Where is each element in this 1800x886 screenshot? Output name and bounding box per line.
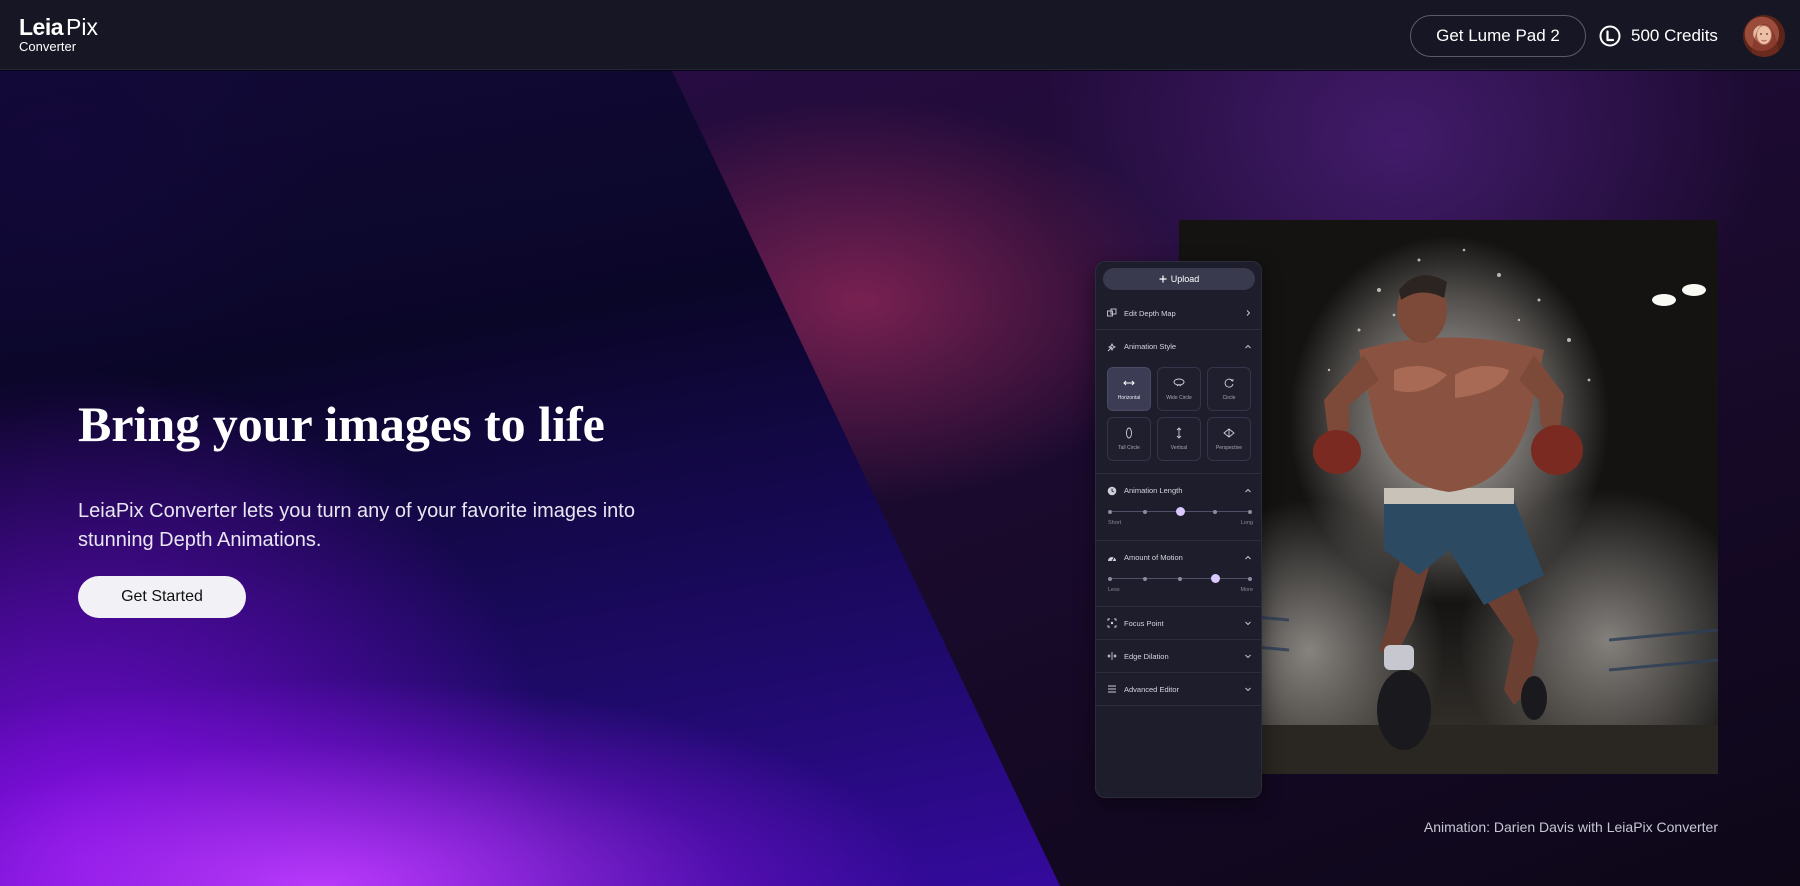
slider-min-label: Short bbox=[1108, 520, 1122, 526]
animation-style-options: Horizontal Wide Circle Circle Tall Circl… bbox=[1107, 367, 1253, 461]
depth-map-icon bbox=[1107, 308, 1117, 317]
style-option-label: Perspective bbox=[1215, 445, 1243, 451]
slider-tick bbox=[1143, 509, 1147, 514]
credits-label: 500 Credits bbox=[1631, 26, 1718, 45]
slider-tick bbox=[1143, 576, 1147, 581]
slider-min-label: Less bbox=[1108, 587, 1120, 593]
animation-credit-caption: Animation: Darien Davis with LeiaPix Con… bbox=[1423, 819, 1718, 835]
slider-tick bbox=[1213, 509, 1217, 514]
perspective-icon bbox=[1223, 428, 1235, 438]
amount-of-motion-label: Amount of Motion bbox=[1124, 553, 1183, 562]
plus-icon bbox=[1159, 275, 1167, 283]
style-option-horizontal[interactable]: Horizontal bbox=[1107, 367, 1151, 411]
sliders-icon bbox=[1108, 685, 1116, 693]
avatar-portrait-icon bbox=[1751, 24, 1779, 57]
vertical-arrows-icon bbox=[1176, 427, 1182, 439]
slider-tick bbox=[1108, 576, 1112, 581]
logo-product: Pix bbox=[66, 14, 98, 40]
hero-description: LeiaPix Converter lets you turn any of y… bbox=[78, 500, 635, 551]
style-option-vertical[interactable]: Vertical bbox=[1157, 417, 1201, 461]
style-option-label: Circle bbox=[1222, 395, 1236, 401]
slider-max-label: Long bbox=[1240, 520, 1253, 526]
style-option-tall-circle[interactable]: Tall Circle bbox=[1107, 417, 1151, 461]
upload-label: Upload bbox=[1170, 274, 1200, 284]
get-lume-pad-button[interactable]: Get Lume Pad 2 bbox=[1410, 15, 1586, 57]
focus-point-row[interactable]: Focus Point bbox=[1096, 607, 1261, 640]
animation-style-header[interactable]: Animation Style bbox=[1096, 330, 1261, 363]
hero-background-glow bbox=[0, 71, 900, 886]
edge-dilation-row[interactable]: Edge Dilation bbox=[1096, 640, 1261, 673]
style-option-circle[interactable]: Circle bbox=[1207, 367, 1251, 411]
slider-max-label: More bbox=[1240, 587, 1253, 593]
animation-length-header[interactable]: Animation Length bbox=[1096, 474, 1261, 507]
style-option-wide-circle[interactable]: Wide Circle bbox=[1157, 367, 1201, 411]
user-avatar[interactable] bbox=[1743, 15, 1785, 57]
chevron-right-icon bbox=[1246, 310, 1251, 316]
circle-arrow-icon bbox=[1224, 378, 1234, 388]
slider-tick bbox=[1248, 576, 1252, 581]
chevron-up-icon bbox=[1245, 344, 1251, 348]
top-navigation-bar: Leia Pix Converter Get Lume Pad 2 500 Cr… bbox=[0, 0, 1800, 70]
chevron-up-icon bbox=[1245, 555, 1251, 559]
logo-brand: Leia bbox=[19, 14, 64, 40]
slider-tick bbox=[1178, 576, 1182, 581]
hero-title: Bring your images to life bbox=[78, 396, 605, 452]
style-option-label: Horizontal bbox=[1117, 395, 1141, 401]
get-started-button[interactable]: Get Started bbox=[78, 576, 246, 618]
slider-thumb[interactable] bbox=[1175, 507, 1185, 516]
slider-tick bbox=[1108, 509, 1112, 514]
clock-icon bbox=[1107, 486, 1117, 495]
animation-length-label: Animation Length bbox=[1124, 486, 1183, 495]
tall-circle-icon bbox=[1126, 427, 1132, 439]
advanced-editor-label: Advanced Editor bbox=[1124, 684, 1180, 694]
amount-of-motion-header[interactable]: Amount of Motion bbox=[1096, 541, 1261, 574]
edit-depth-map-row[interactable]: Edit Depth Map bbox=[1096, 297, 1261, 330]
edge-dilation-icon bbox=[1107, 652, 1117, 660]
focus-point-label: Focus Point bbox=[1124, 618, 1164, 628]
chevron-down-icon bbox=[1245, 621, 1251, 626]
credits-indicator[interactable]: 500 Credits bbox=[1599, 22, 1718, 50]
converter-settings-panel: Upload Edit Depth Map Animation Style Ho… bbox=[1095, 261, 1262, 798]
style-option-perspective[interactable]: Perspective bbox=[1207, 417, 1251, 461]
chevron-down-icon bbox=[1245, 687, 1251, 692]
sparkle-icon bbox=[1107, 342, 1117, 351]
chevron-up-icon bbox=[1245, 488, 1251, 492]
edge-dilation-label: Edge Dilation bbox=[1124, 651, 1169, 661]
logo-subtitle: Converter bbox=[19, 39, 77, 54]
style-option-label: Wide Circle bbox=[1166, 395, 1192, 401]
leiapix-logo[interactable]: Leia Pix Converter bbox=[19, 15, 98, 54]
wide-circle-icon bbox=[1173, 378, 1185, 387]
style-option-label: Vertical bbox=[1170, 445, 1188, 451]
focus-icon bbox=[1107, 618, 1117, 628]
logo-wordmark: Leia Pix bbox=[19, 15, 98, 39]
advanced-editor-row[interactable]: Advanced Editor bbox=[1096, 673, 1261, 706]
slider-tick bbox=[1248, 509, 1252, 514]
upload-button[interactable]: Upload bbox=[1103, 268, 1255, 290]
motion-icon bbox=[1108, 556, 1116, 561]
chevron-down-icon bbox=[1245, 654, 1251, 659]
style-option-label: Tall Circle bbox=[1118, 445, 1140, 451]
slider-thumb[interactable] bbox=[1210, 574, 1220, 583]
leia-credit-coin-icon bbox=[1599, 25, 1621, 47]
horizontal-arrows-icon bbox=[1123, 380, 1135, 386]
animation-style-label: Animation Style bbox=[1124, 342, 1177, 351]
edit-depth-map-label: Edit Depth Map bbox=[1124, 308, 1176, 318]
